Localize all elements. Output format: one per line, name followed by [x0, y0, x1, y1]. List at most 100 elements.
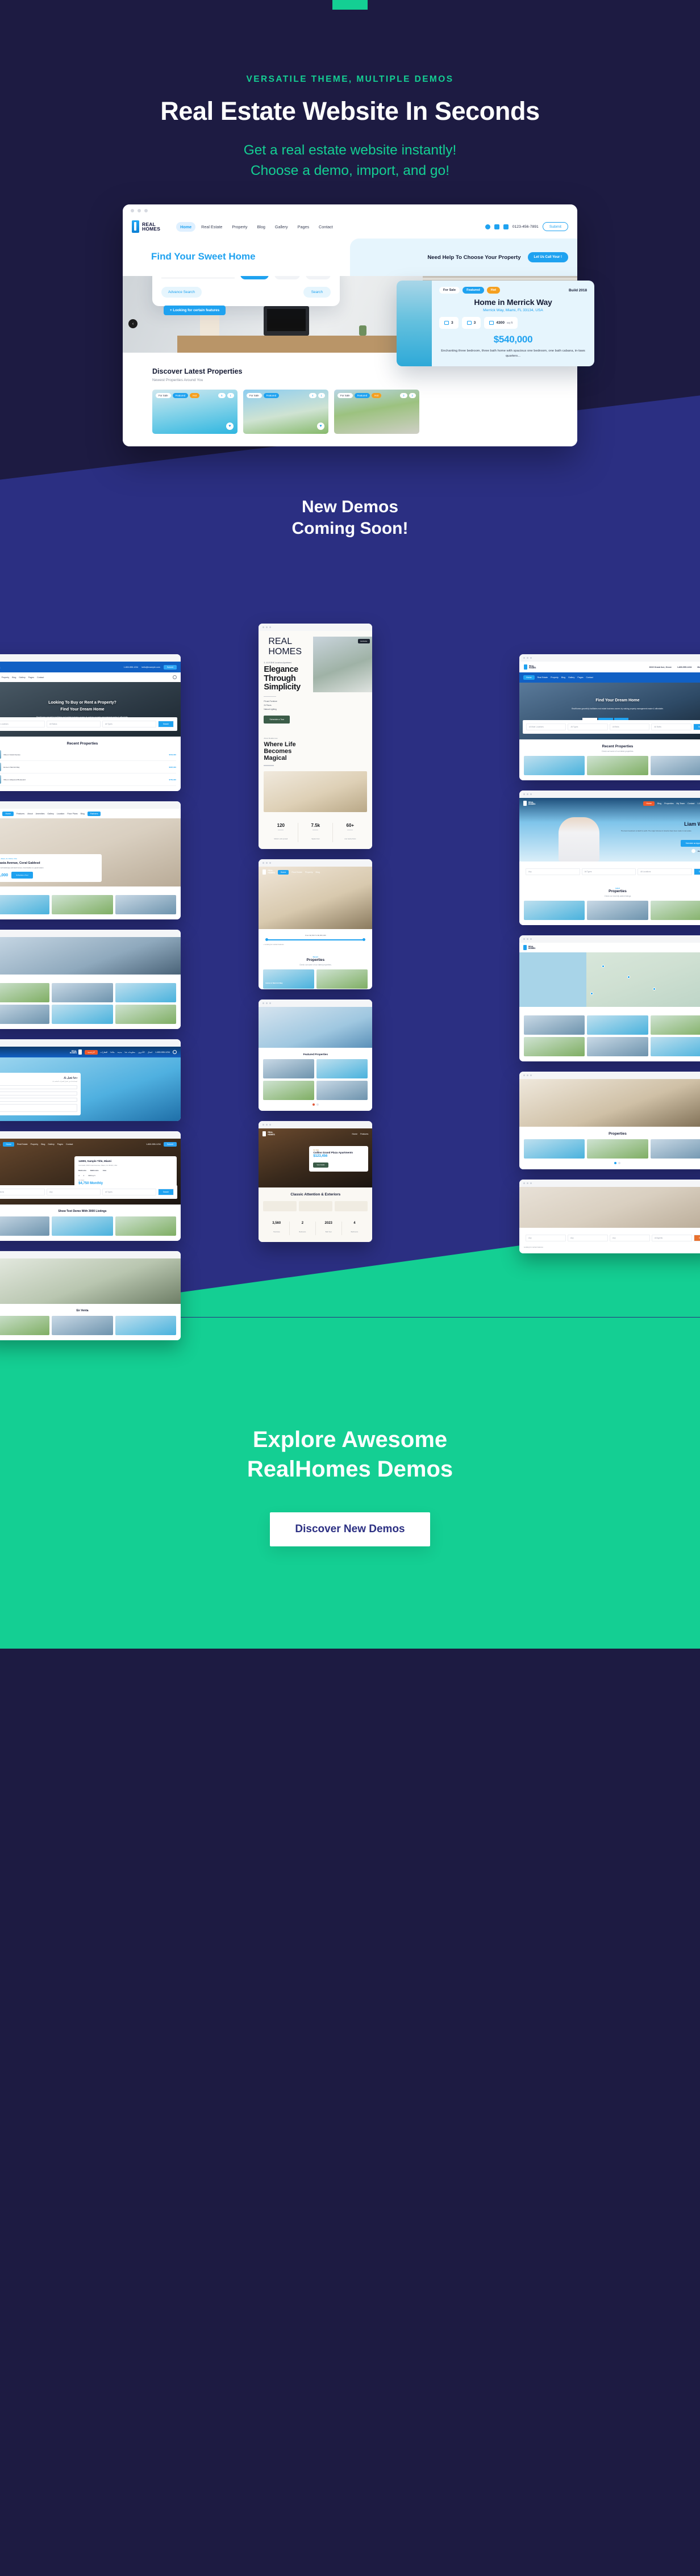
thumbnail[interactable]	[115, 1316, 176, 1336]
filter-type[interactable]: All Types	[581, 868, 636, 876]
nav-item-blog[interactable]: Blog	[316, 871, 320, 873]
thumbnail[interactable]	[115, 1005, 176, 1024]
nav-item-home[interactable]: Home	[2, 811, 14, 816]
features-chip[interactable]: + Looking for certain features	[164, 306, 226, 316]
view-details-button[interactable]: View Details	[313, 1162, 328, 1168]
nav-item-gallery[interactable]: Gallery	[568, 676, 574, 679]
filter-beds[interactable]: All Beds	[609, 724, 650, 731]
status-sale-button[interactable]: For Sale	[305, 276, 331, 280]
demo-interior-properties[interactable]: Properties	[519, 1072, 700, 1170]
phone-number[interactable]: 1-800-555-1234	[146, 1143, 161, 1145]
nav-item-gallery[interactable]: Gallery	[47, 813, 53, 815]
nav-item-contact[interactable]: Contact	[37, 676, 44, 679]
demo-bedroom-properties[interactable]: REAL HOMES Home Real Estate Property Blog…	[259, 859, 373, 990]
nav-item-pages[interactable]: Pages	[577, 676, 583, 679]
map-pin[interactable]	[590, 992, 593, 995]
map-view[interactable]	[519, 952, 700, 1007]
thumbnail[interactable]	[0, 1005, 50, 1024]
thumbnail[interactable]	[52, 1216, 113, 1236]
demo-buy-or-rent[interactable]: REALHOMES 1-800-555-1234 hello@example.c…	[0, 654, 181, 792]
nav-item-home[interactable]: Home	[277, 869, 289, 875]
nav-item-blog[interactable]: Blog	[561, 676, 565, 679]
thumbnail[interactable]	[52, 1316, 113, 1336]
thumbnail[interactable]	[587, 756, 648, 776]
thumbnail[interactable]	[115, 1216, 176, 1236]
nav-item-contact[interactable]: Contact	[586, 676, 593, 679]
email-label[interactable]: hello@example.com	[141, 666, 160, 668]
nav-item-gallery[interactable]: Gallery	[48, 1143, 54, 1145]
status-rent-button[interactable]: For Rent	[274, 276, 300, 280]
thumbnail[interactable]	[587, 1037, 648, 1057]
nav-item-blog[interactable]: Blog	[81, 813, 85, 815]
message-field[interactable]	[0, 1104, 78, 1113]
nav-item-home[interactable]: Home	[176, 221, 196, 232]
demo-rooftop-rent[interactable]: REALHOMES Home Real Estate Property Blog…	[0, 1131, 181, 1241]
filter-status[interactable]: Any	[46, 1189, 101, 1196]
filter-1[interactable]: Any	[525, 1235, 566, 1242]
filter-type[interactable]: All Types	[102, 1189, 156, 1196]
nav-item-ours[interactable]: ملكنا	[110, 1051, 114, 1053]
nav-item-properties[interactable]: العقارات	[101, 1051, 108, 1053]
user-account-icon[interactable]	[173, 1050, 177, 1055]
search-button[interactable]: Search	[157, 721, 174, 728]
status-all-button[interactable]: All Status	[240, 276, 269, 280]
nav-item-real-estate[interactable]: Real Estate	[197, 222, 226, 232]
thumbnail[interactable]	[650, 756, 700, 776]
price-range-slider[interactable]	[265, 938, 366, 942]
demo-property-card[interactable]: 14909, Sample Title, Miami Cocowalk, 301…	[74, 1156, 177, 1189]
property-card[interactable]: For Sale Featured Hot 6 1 ♥	[152, 390, 238, 434]
schedule-tour-button[interactable]: Schedule a Tour	[264, 716, 290, 724]
thumbnail[interactable]	[523, 1037, 585, 1057]
slider-handle-max[interactable]	[363, 938, 366, 942]
user-account-icon[interactable]	[173, 675, 177, 680]
nav-item-property[interactable]: Property	[2, 676, 10, 679]
list-item[interactable]: Villa on Grand Avenue $540,000	[0, 748, 176, 762]
nav-item-home[interactable]: Home	[3, 1141, 15, 1147]
thumbnail[interactable]	[523, 1139, 585, 1159]
property-card[interactable]: For Sale Featured 4 1 ♥	[243, 390, 328, 434]
thumbnail[interactable]	[263, 1081, 315, 1101]
thumbnail[interactable]	[263, 1059, 315, 1079]
thumbnail[interactable]	[0, 983, 50, 1003]
filter-locations[interactable]: All Main Locations	[526, 724, 566, 731]
nav-item-features[interactable]: Features	[360, 1133, 368, 1135]
nav-item-property[interactable]: Property	[31, 1143, 39, 1145]
demo-property-card[interactable]: For Sale Collins Grand Plaza Apartments …	[309, 1146, 369, 1172]
nav-item-blog[interactable]: Blog	[657, 802, 661, 805]
filter-types[interactable]: All Types	[102, 721, 156, 728]
nav-item-gallery[interactable]: Gallery	[271, 222, 292, 232]
promo-video-block[interactable]: Promotion Video	[691, 849, 700, 854]
nav-item-contact[interactable]: Contact	[66, 1143, 73, 1145]
phone-icon-label[interactable]: 1-800-555-1234	[124, 666, 139, 668]
nav-item-home[interactable]: Home	[643, 801, 655, 806]
list-item[interactable]: Home in Merrick Way $625,000	[0, 761, 176, 774]
nav-item-about[interactable]: About	[27, 813, 32, 815]
nav-item-amenities[interactable]: Amenities	[36, 813, 45, 815]
submit-button[interactable]: Submit	[163, 664, 177, 670]
nav-item-pages[interactable]: Pages	[294, 222, 313, 232]
site-logo[interactable]: REAL HOMES	[132, 220, 160, 233]
thumbnail[interactable]	[587, 1139, 648, 1159]
nav-item-real-estate[interactable]: Real Estate	[538, 676, 548, 679]
nav-item-partners[interactable]: Partners	[87, 811, 101, 816]
features-link[interactable]: + Looking for certain features	[263, 943, 368, 946]
thumbnail[interactable]	[316, 1081, 368, 1101]
search-button[interactable]: Search	[157, 1189, 174, 1196]
thumbnail[interactable]	[52, 895, 113, 915]
filter-status[interactable]: All Status	[46, 721, 101, 728]
favorite-heart-icon[interactable]: ♥	[317, 423, 324, 430]
nav-item-floor-plans[interactable]: Floor Plans	[67, 813, 77, 815]
thumbnail[interactable]	[316, 969, 368, 989]
filter-location[interactable]: All Locations	[638, 868, 692, 876]
nav-item-pages[interactable]: Pages	[57, 1143, 63, 1145]
nav-item-real-estate[interactable]: Real Estate	[291, 871, 302, 873]
filter-location[interactable]: All Locations	[0, 1189, 45, 1196]
map-pin[interactable]	[602, 964, 605, 968]
filter-baths[interactable]: All Baths	[651, 724, 691, 731]
carousel-dot[interactable]	[316, 1103, 319, 1106]
filter-types[interactable]: All Types	[568, 724, 608, 731]
thumbnail[interactable]	[650, 1015, 700, 1035]
thumbnail[interactable]	[523, 756, 585, 776]
advance-search-button[interactable]: Advance Search	[161, 287, 202, 298]
carousel-dot-active[interactable]	[614, 1162, 617, 1165]
